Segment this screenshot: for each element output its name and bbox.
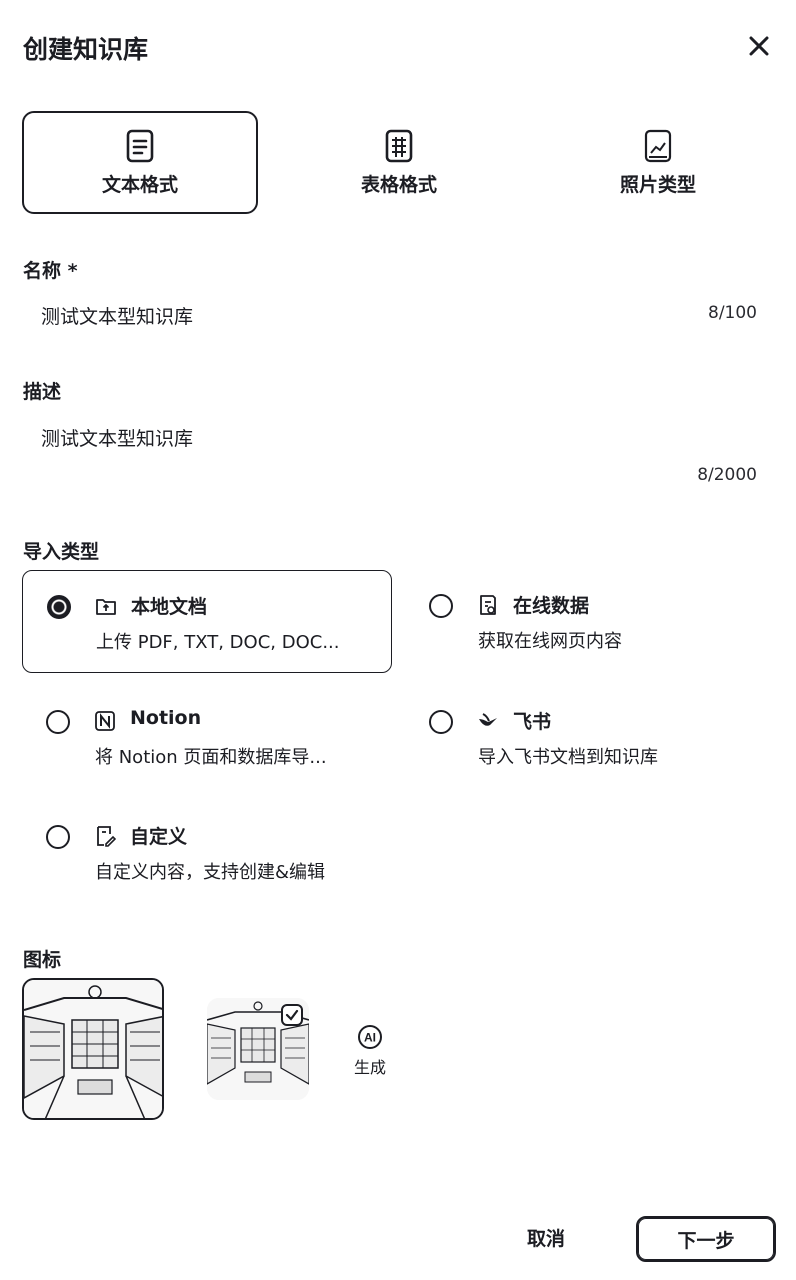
dialog-title: 创建知识库 xyxy=(23,35,149,64)
tab-table-format[interactable]: 表格格式 xyxy=(281,111,517,214)
radio-selected[interactable] xyxy=(47,595,71,619)
radio-unselected[interactable] xyxy=(46,710,70,734)
icon-section-label: 图标 xyxy=(23,949,62,971)
library-room-icon xyxy=(24,980,162,1118)
cancel-button[interactable]: 取消 xyxy=(516,1224,576,1256)
import-option-local[interactable]: 本地文档 上传 PDF, TXT, DOC, DOC... xyxy=(22,570,392,673)
option-description: 自定义内容，支持创建&编辑 xyxy=(95,862,326,883)
check-badge-icon xyxy=(281,1004,303,1026)
library-icon-option[interactable] xyxy=(207,998,309,1100)
import-option-notion[interactable]: Notion 将 Notion 页面和数据库导... xyxy=(22,686,392,789)
tab-text-format[interactable]: 文本格式 xyxy=(22,111,258,214)
description-field[interactable]: 测试文本型知识库 xyxy=(41,424,193,451)
ai-badge-text: AI xyxy=(364,1031,376,1045)
option-description: 获取在线网页内容 xyxy=(478,631,622,652)
ai-generate-button[interactable]: AI 生成 xyxy=(348,1024,392,1080)
ai-sparkle-icon: AI xyxy=(358,1025,382,1049)
edit-doc-icon xyxy=(97,826,116,847)
feishu-icon xyxy=(479,713,497,726)
library-icon-option-selected[interactable] xyxy=(22,978,164,1120)
next-step-button[interactable]: 下一步 xyxy=(636,1216,776,1262)
description-counter: 8/2000 xyxy=(697,465,757,485)
option-title: 在线数据 xyxy=(513,595,590,617)
tab-label: 文本格式 xyxy=(101,174,178,196)
import-type-label: 导入类型 xyxy=(23,541,100,563)
tab-label: 表格格式 xyxy=(360,174,437,196)
import-option-online[interactable]: 在线数据 获取在线网页内容 xyxy=(405,570,775,673)
web-doc-icon xyxy=(480,595,496,615)
name-counter: 8/100 xyxy=(708,303,757,323)
tab-photo-type[interactable]: 照片类型 xyxy=(540,111,776,214)
description-label: 描述 xyxy=(23,381,62,403)
import-option-feishu[interactable]: 飞书 导入飞书文档到知识库 xyxy=(405,686,775,789)
close-icon[interactable] xyxy=(745,32,773,60)
table-icon xyxy=(385,129,413,163)
import-option-custom[interactable]: 自定义 自定义内容，支持创建&编辑 xyxy=(22,801,392,904)
option-description: 上传 PDF, TXT, DOC, DOC... xyxy=(96,632,340,653)
name-label: 名称 * xyxy=(23,260,78,282)
ai-generate-label: 生成 xyxy=(353,1058,386,1077)
option-title: 飞书 xyxy=(513,711,552,733)
option-title: 自定义 xyxy=(130,826,188,848)
option-description: 将 Notion 页面和数据库导... xyxy=(95,747,327,768)
photo-icon xyxy=(644,129,672,163)
tab-label: 照片类型 xyxy=(619,174,696,196)
option-description: 导入飞书文档到知识库 xyxy=(478,747,658,768)
radio-unselected[interactable] xyxy=(46,825,70,849)
radio-unselected[interactable] xyxy=(429,594,453,618)
option-title: 本地文档 xyxy=(131,596,208,618)
text-doc-icon xyxy=(126,129,154,163)
upload-folder-icon xyxy=(96,599,116,615)
name-field[interactable]: 测试文本型知识库 xyxy=(41,302,193,329)
radio-unselected[interactable] xyxy=(429,710,453,734)
option-title: Notion xyxy=(130,707,202,729)
notion-icon xyxy=(95,711,115,731)
